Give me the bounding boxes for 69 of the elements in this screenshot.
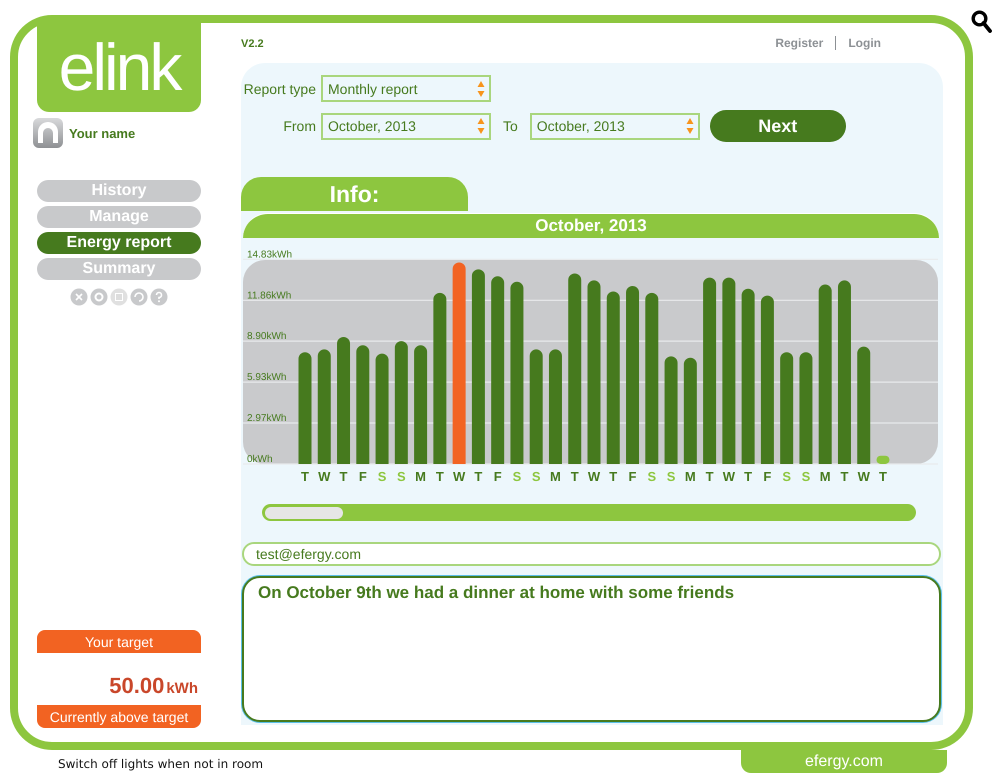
user-name[interactable]: Your name bbox=[69, 126, 136, 140]
axis-label: T bbox=[340, 469, 348, 484]
axis-label: F bbox=[358, 469, 367, 484]
energy-tip: Switch off lights when not in room bbox=[58, 757, 264, 771]
help-icon[interactable] bbox=[150, 288, 168, 306]
close-icon[interactable] bbox=[70, 288, 88, 306]
up-down-arrows-icon bbox=[477, 80, 485, 98]
scrollbar[interactable] bbox=[262, 504, 916, 521]
user-icon bbox=[33, 118, 63, 148]
axis-label: F bbox=[628, 469, 636, 484]
axis-label: M bbox=[820, 469, 831, 484]
target-status: Currently above target bbox=[37, 705, 201, 728]
axis-label: S bbox=[512, 469, 522, 484]
axis-label: T bbox=[570, 469, 579, 484]
target-title: Your target bbox=[37, 630, 201, 653]
axis-label: M bbox=[684, 469, 696, 484]
axis-label: W bbox=[453, 469, 466, 484]
target-value: 50.00 bbox=[109, 673, 164, 699]
version-label: V2.2 bbox=[241, 38, 264, 50]
axis-label: S bbox=[802, 469, 810, 484]
axis-label: T bbox=[301, 469, 309, 484]
axis-label: T bbox=[706, 469, 714, 484]
header-link[interactable]: Register bbox=[775, 36, 824, 50]
dropdown[interactable]: Monthly report bbox=[321, 75, 491, 102]
axis-label: W bbox=[722, 469, 735, 484]
axis-label: T bbox=[474, 469, 482, 484]
axis-label: 14.83kWh bbox=[247, 249, 292, 260]
next-button[interactable]: Next bbox=[710, 110, 846, 142]
logo: elink bbox=[37, 22, 201, 112]
scrollbar-thumb[interactable] bbox=[265, 506, 343, 518]
axis-label: T bbox=[609, 469, 618, 484]
axis-label: 11.86kWh bbox=[247, 290, 292, 302]
axis-label: S bbox=[397, 469, 406, 484]
axis-label: T bbox=[436, 469, 444, 484]
axis-label: F bbox=[763, 469, 772, 484]
period-header: October, 2013 bbox=[243, 213, 939, 238]
field-label: From bbox=[282, 118, 317, 134]
record-icon[interactable] bbox=[90, 288, 108, 306]
axis-label: M bbox=[415, 469, 426, 484]
axis-label: W bbox=[858, 469, 870, 484]
axis-label: T bbox=[744, 469, 752, 484]
header-link[interactable]: Login bbox=[848, 36, 881, 50]
email-field[interactable]: test@efergy.com bbox=[242, 542, 941, 566]
nav-item[interactable]: Energy report bbox=[37, 232, 201, 254]
field-label: Report type bbox=[242, 80, 317, 96]
axis-label: S bbox=[378, 469, 386, 484]
axis-label: T bbox=[879, 469, 887, 484]
axis-label: S bbox=[647, 469, 656, 484]
axis-label: W bbox=[318, 469, 330, 484]
axis-label: W bbox=[588, 469, 600, 484]
field-label: To bbox=[503, 118, 518, 134]
note-field[interactable]: On October 9th we had a dinner at home with some friends bbox=[242, 576, 941, 722]
axis-label: M bbox=[550, 469, 561, 484]
axis-label: 5.93kWh bbox=[247, 372, 286, 384]
dropdown[interactable]: October, 2013 bbox=[530, 112, 700, 140]
search-icon[interactable] bbox=[971, 10, 992, 33]
up-down-arrows-icon bbox=[477, 117, 485, 135]
axis-label: 8.90kWh bbox=[247, 331, 286, 342]
target-unit: kWh bbox=[166, 680, 198, 697]
dropdown[interactable]: October, 2013 bbox=[321, 112, 491, 140]
axis-label: 2.97kWh bbox=[247, 413, 286, 424]
axis-label: 0kWh bbox=[247, 454, 273, 465]
axis-label: S bbox=[666, 469, 676, 484]
up-down-arrows-icon bbox=[686, 117, 694, 135]
axis-label: F bbox=[494, 469, 502, 484]
axis-label: T bbox=[840, 469, 848, 484]
axis-label: S bbox=[532, 469, 541, 484]
axis-label: S bbox=[782, 469, 791, 484]
refresh-icon[interactable] bbox=[130, 288, 148, 306]
